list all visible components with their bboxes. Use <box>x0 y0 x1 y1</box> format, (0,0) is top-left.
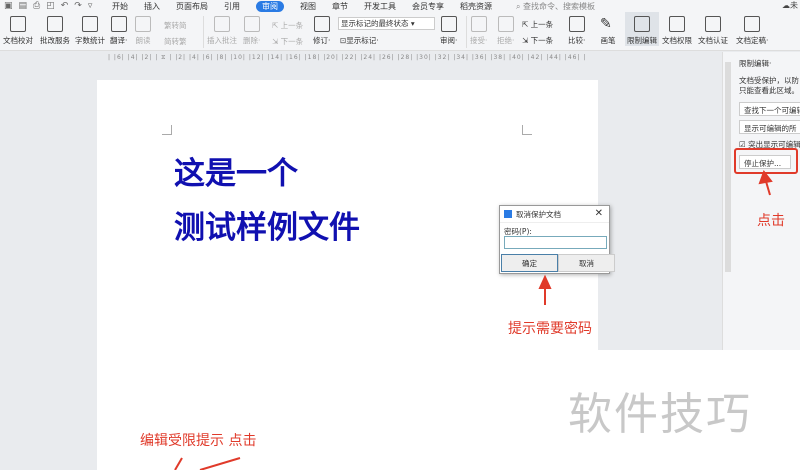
arrowhead <box>758 169 773 185</box>
annotation-password: 提示需要密码 <box>508 321 592 337</box>
annotation-arrows <box>174 169 773 470</box>
arrow-bottom <box>174 457 183 470</box>
arrow-bottom <box>199 457 241 470</box>
annotation-click: 点击 <box>757 213 785 229</box>
arrowhead <box>538 274 552 289</box>
annotation-bottom: 编辑受限提示 点击 <box>140 433 257 449</box>
